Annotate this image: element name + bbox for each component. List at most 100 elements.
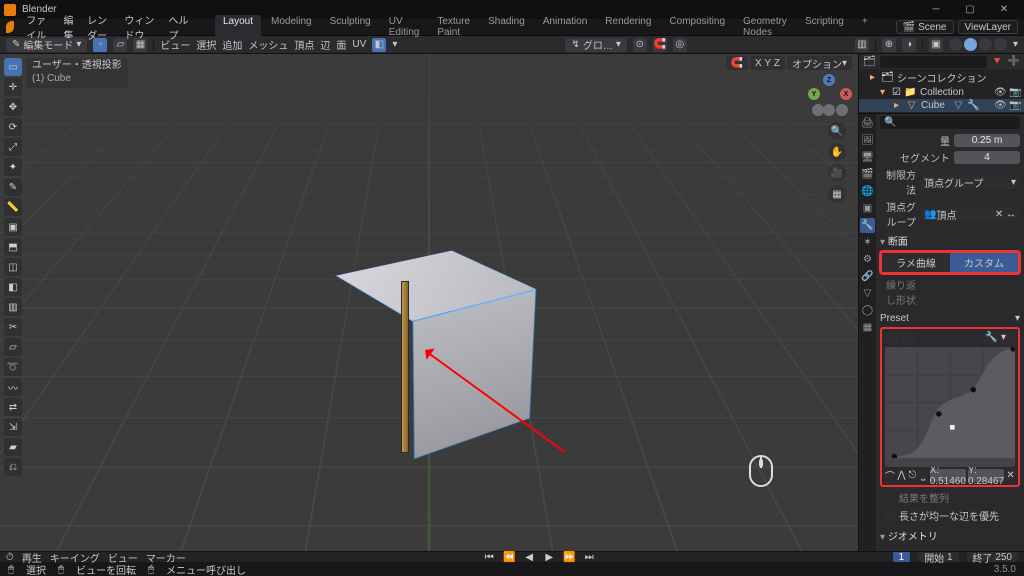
uv-sync-icon[interactable]: ◧	[372, 38, 386, 52]
mode-dropdown[interactable]: ✎編集モード▾	[6, 38, 87, 52]
mesh-menu[interactable]: メッシュ	[248, 37, 288, 52]
annotate-tool[interactable]: ✎	[4, 178, 22, 196]
curve-x-value[interactable]: X: 0.51460	[930, 469, 966, 482]
meshdata-icon[interactable]: ▽	[953, 100, 964, 111]
tab-shading[interactable]: Shading	[480, 15, 533, 39]
zoom-button[interactable]: 🔍	[828, 122, 846, 140]
start-frame-field[interactable]: 開始 1	[918, 552, 958, 562]
shear-tool[interactable]: ▰	[4, 438, 22, 456]
handle-auto-icon[interactable]: ⌒	[885, 469, 895, 482]
curve-delete-icon[interactable]: ✕	[1006, 469, 1015, 482]
smooth-tool[interactable]: 〰	[4, 378, 22, 396]
move-tool[interactable]: ✥	[4, 98, 22, 116]
visibility-toggle[interactable]: 👁	[994, 100, 1005, 111]
scale-tool[interactable]: ⤢	[4, 138, 22, 156]
select-menu[interactable]: 選択	[196, 37, 216, 52]
curve-clip-icon[interactable]: 🔧	[985, 332, 999, 345]
ptab-particle[interactable]: ✶	[860, 235, 875, 250]
cursor-tool[interactable]: ✛	[4, 78, 22, 96]
pivot-icon[interactable]: ⊙	[633, 38, 647, 52]
collection-row[interactable]: ▾ ☑ 📁 Collection 👁 📷	[859, 86, 1024, 99]
modifier-icon[interactable]: 🔧	[968, 100, 979, 111]
shrink-tool[interactable]: ⇲	[4, 418, 22, 436]
segments-value[interactable]: 4	[954, 151, 1020, 164]
tab-layout[interactable]: Layout	[215, 15, 261, 39]
add-menu[interactable]: 追加	[222, 37, 242, 52]
minimize-button[interactable]: ─	[920, 1, 952, 19]
tab-add[interactable]: +	[854, 15, 876, 39]
wireframe-shading-icon[interactable]	[949, 38, 962, 51]
cube-object[interactable]	[340, 254, 528, 424]
even-checkbox[interactable]	[884, 510, 895, 521]
ptab-viewlayer[interactable]: 🖥	[860, 150, 875, 165]
selectable-toggle[interactable]: 📷	[1009, 87, 1020, 98]
face-menu[interactable]: 面	[336, 37, 346, 52]
ptab-constraint[interactable]: 🔗	[860, 269, 875, 284]
width-value[interactable]: 0.25 m	[954, 134, 1020, 147]
rotate-tool[interactable]: ⟳	[4, 118, 22, 136]
scene-collection-row[interactable]: ▸ 🗂 シーンコレクション	[859, 69, 1024, 86]
ptab-output[interactable]: 🖼	[860, 133, 875, 148]
maximize-button[interactable]: ▢	[954, 1, 986, 19]
overlay-toggle-icon[interactable]: ◑	[902, 38, 916, 52]
scene-field[interactable]: 🎬Scene	[896, 20, 954, 34]
measure-tool[interactable]: 📏	[4, 198, 22, 216]
tab-texpaint[interactable]: Texture Paint	[429, 15, 478, 39]
xray-icon[interactable]: ▣	[929, 38, 943, 52]
outliner-search[interactable]	[880, 56, 987, 68]
spin-tool[interactable]: ➰	[4, 358, 22, 376]
edge-menu[interactable]: 辺	[320, 37, 330, 52]
jump-end-icon[interactable]: ⏭	[583, 552, 595, 562]
curve-canvas[interactable]	[885, 347, 1015, 467]
nav-gizmo[interactable]: Z X Y	[808, 74, 850, 116]
ptab-mesh[interactable]: ▽	[860, 286, 875, 301]
vgroup-value[interactable]: 👥 頂点✕ ↔	[920, 208, 1020, 221]
bevel-tool[interactable]: ◧	[4, 278, 22, 296]
snap-icon[interactable]: 🧲	[653, 38, 667, 52]
view-menu[interactable]: ビュー	[160, 37, 190, 52]
handle-vector-icon[interactable]: ⋀	[897, 469, 906, 482]
play-icon[interactable]: ▶	[543, 552, 555, 562]
current-frame-field[interactable]: 1	[893, 552, 911, 562]
polybuild-tool[interactable]: ▱	[4, 338, 22, 356]
clamp-checkbox[interactable]	[884, 492, 895, 503]
section-profile[interactable]: 断面	[880, 233, 1020, 248]
close-button[interactable]: ✕	[988, 1, 1020, 19]
ptab-world[interactable]: 🌐	[860, 184, 875, 199]
transform-tool[interactable]: ✦	[4, 158, 22, 176]
keyframe-next-icon[interactable]: ⏩	[563, 552, 575, 562]
tab-sculpting[interactable]: Sculpting	[322, 15, 379, 39]
extrude-tool[interactable]: ⬒	[4, 238, 22, 256]
gizmo-toggle-icon[interactable]: ⊕	[882, 38, 896, 52]
timeline-type-icon[interactable]: ⏱	[6, 552, 14, 563]
addcube-tool[interactable]: ▣	[4, 218, 22, 236]
end-frame-field[interactable]: 終了 250	[967, 552, 1018, 562]
handle-free-icon[interactable]: ⎋	[908, 469, 917, 482]
blender-icon[interactable]	[6, 21, 14, 33]
vertex-menu[interactable]: 頂点	[294, 37, 314, 52]
viewport-3d[interactable]: ▭ ✛ ✥ ⟳ ⤢ ✦ ✎ 📏 ▣ ⬒ ◫ ◧ ▥ ✂ ▱ ➰ 〰 ⇄ ⇲ ▰ …	[0, 54, 858, 551]
ptab-texture[interactable]: ▦	[860, 320, 875, 335]
uv-menu[interactable]: UV	[352, 39, 366, 50]
ptab-scene[interactable]: 🎬	[860, 167, 875, 182]
ptab-physics[interactable]: ⚙	[860, 252, 875, 267]
tab-animation[interactable]: Animation	[535, 15, 595, 39]
tab-geonodes[interactable]: Geometry Nodes	[735, 15, 795, 39]
ptab-render[interactable]: 🖨	[860, 116, 875, 131]
mesh-display-icon[interactable]: ▥	[855, 38, 869, 52]
filter-icon[interactable]: 🔻	[991, 56, 1003, 67]
properties-search[interactable]: 🔍	[880, 116, 1020, 129]
tab-rendering[interactable]: Rendering	[597, 15, 659, 39]
solid-shading-icon[interactable]	[964, 38, 977, 51]
propedit-icon[interactable]: ◎	[673, 38, 687, 52]
handle-align-icon[interactable]: ⎵	[919, 469, 928, 482]
viewlayer-field[interactable]: ViewLayer	[958, 20, 1019, 34]
inset-tool[interactable]: ◫	[4, 258, 22, 276]
select-box-tool[interactable]: ▭	[4, 58, 22, 76]
play-reverse-icon[interactable]: ◀	[523, 552, 535, 562]
object-row[interactable]: ▸ ▽ Cube ▽ 🔧 👁 📷	[859, 99, 1024, 112]
vertex-select-icon[interactable]: ▫	[93, 38, 107, 52]
curve-zoomin-icon[interactable]	[885, 332, 899, 345]
orientation-dropdown[interactable]: ↯グロ…▾	[565, 38, 626, 52]
profile-superellipse[interactable]: ラメ曲線	[882, 253, 950, 272]
